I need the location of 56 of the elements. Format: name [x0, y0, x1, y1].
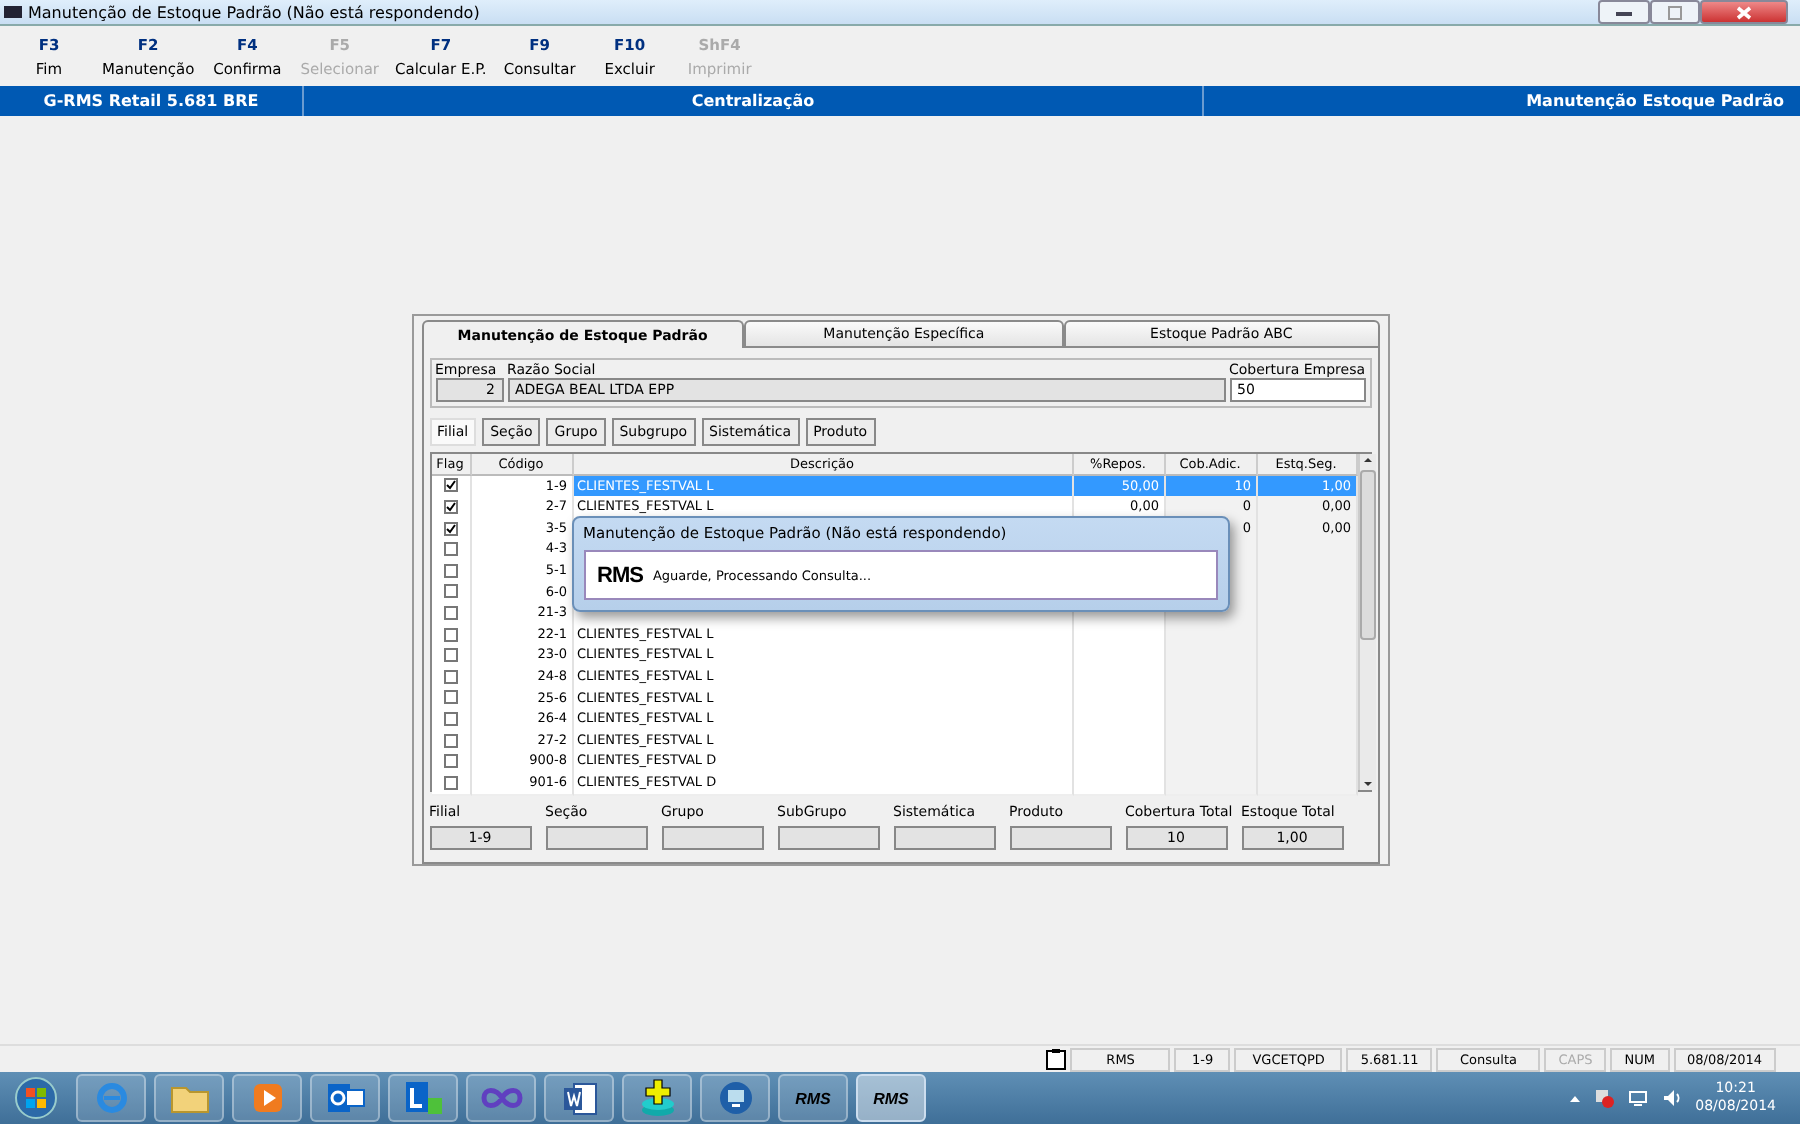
checkbox[interactable]: [443, 478, 457, 493]
checkbox[interactable]: [443, 733, 457, 748]
close-icon: [1736, 5, 1752, 19]
flag-icon[interactable]: [1593, 1088, 1614, 1108]
play-icon: [251, 1082, 283, 1114]
checkbox[interactable]: [443, 648, 457, 663]
close-button[interactable]: [1700, 0, 1788, 24]
screen-name: Manutenção Estoque Padrão: [1202, 86, 1800, 116]
checkbox[interactable]: [443, 754, 457, 769]
folder-icon: [169, 1082, 209, 1114]
checkbox[interactable]: [443, 627, 457, 642]
scroll-down-icon[interactable]: [1361, 778, 1373, 790]
clipboard-icon: [1046, 1048, 1067, 1070]
taskbar-button[interactable]: [466, 1074, 536, 1122]
maximize-icon: [1668, 5, 1682, 19]
checkbox[interactable]: [443, 605, 457, 620]
summary-field: [893, 826, 995, 850]
monitor-icon: [717, 1080, 753, 1116]
taskbar-button[interactable]: [544, 1074, 614, 1122]
scroll-up-icon[interactable]: [1361, 454, 1373, 466]
caret-icon[interactable]: [1569, 1094, 1580, 1102]
checkbox[interactable]: [443, 542, 457, 557]
network-icon[interactable]: [1627, 1088, 1648, 1108]
logo: RMS: [597, 563, 643, 587]
taskbar-button[interactable]: [388, 1074, 458, 1122]
mail-icon: [325, 1082, 365, 1114]
taskbar-button[interactable]: [622, 1074, 692, 1122]
taskbar-button[interactable]: [232, 1074, 302, 1122]
window-title: Manutenção de Estoque Padrão (Não está respondendo): [28, 3, 480, 21]
taskbar-button[interactable]: [310, 1074, 380, 1122]
checkbox[interactable]: [443, 584, 457, 599]
infinity-icon: [479, 1086, 523, 1110]
checkbox[interactable]: [443, 690, 457, 705]
database-icon: [637, 1078, 677, 1118]
taskbar-button[interactable]: RMS: [856, 1074, 926, 1122]
checkbox[interactable]: [443, 563, 457, 578]
checkbox[interactable]: [443, 775, 457, 790]
app-icon: [4, 6, 22, 18]
checkbox[interactable]: [443, 669, 457, 684]
summary-field: [1009, 826, 1111, 850]
summary-field: [777, 826, 879, 850]
summary-field: [661, 826, 763, 850]
document-icon: [561, 1080, 597, 1116]
summary-field: [545, 826, 647, 850]
speaker-icon[interactable]: [1661, 1088, 1682, 1108]
taskbar-button[interactable]: [700, 1074, 770, 1122]
minimize-button[interactable]: [1598, 0, 1650, 24]
taskbar-button[interactable]: RMS: [778, 1074, 848, 1122]
module-name: Centralização: [302, 86, 1202, 116]
browser-icon: [93, 1080, 129, 1116]
checkbox[interactable]: [443, 711, 457, 726]
checkbox[interactable]: [443, 521, 457, 536]
checkbox[interactable]: [443, 499, 457, 514]
system-name: G-RMS Retail 5.681 BRE: [41, 90, 261, 114]
chat-icon: [403, 1080, 443, 1116]
minimize-icon: [1616, 9, 1632, 15]
